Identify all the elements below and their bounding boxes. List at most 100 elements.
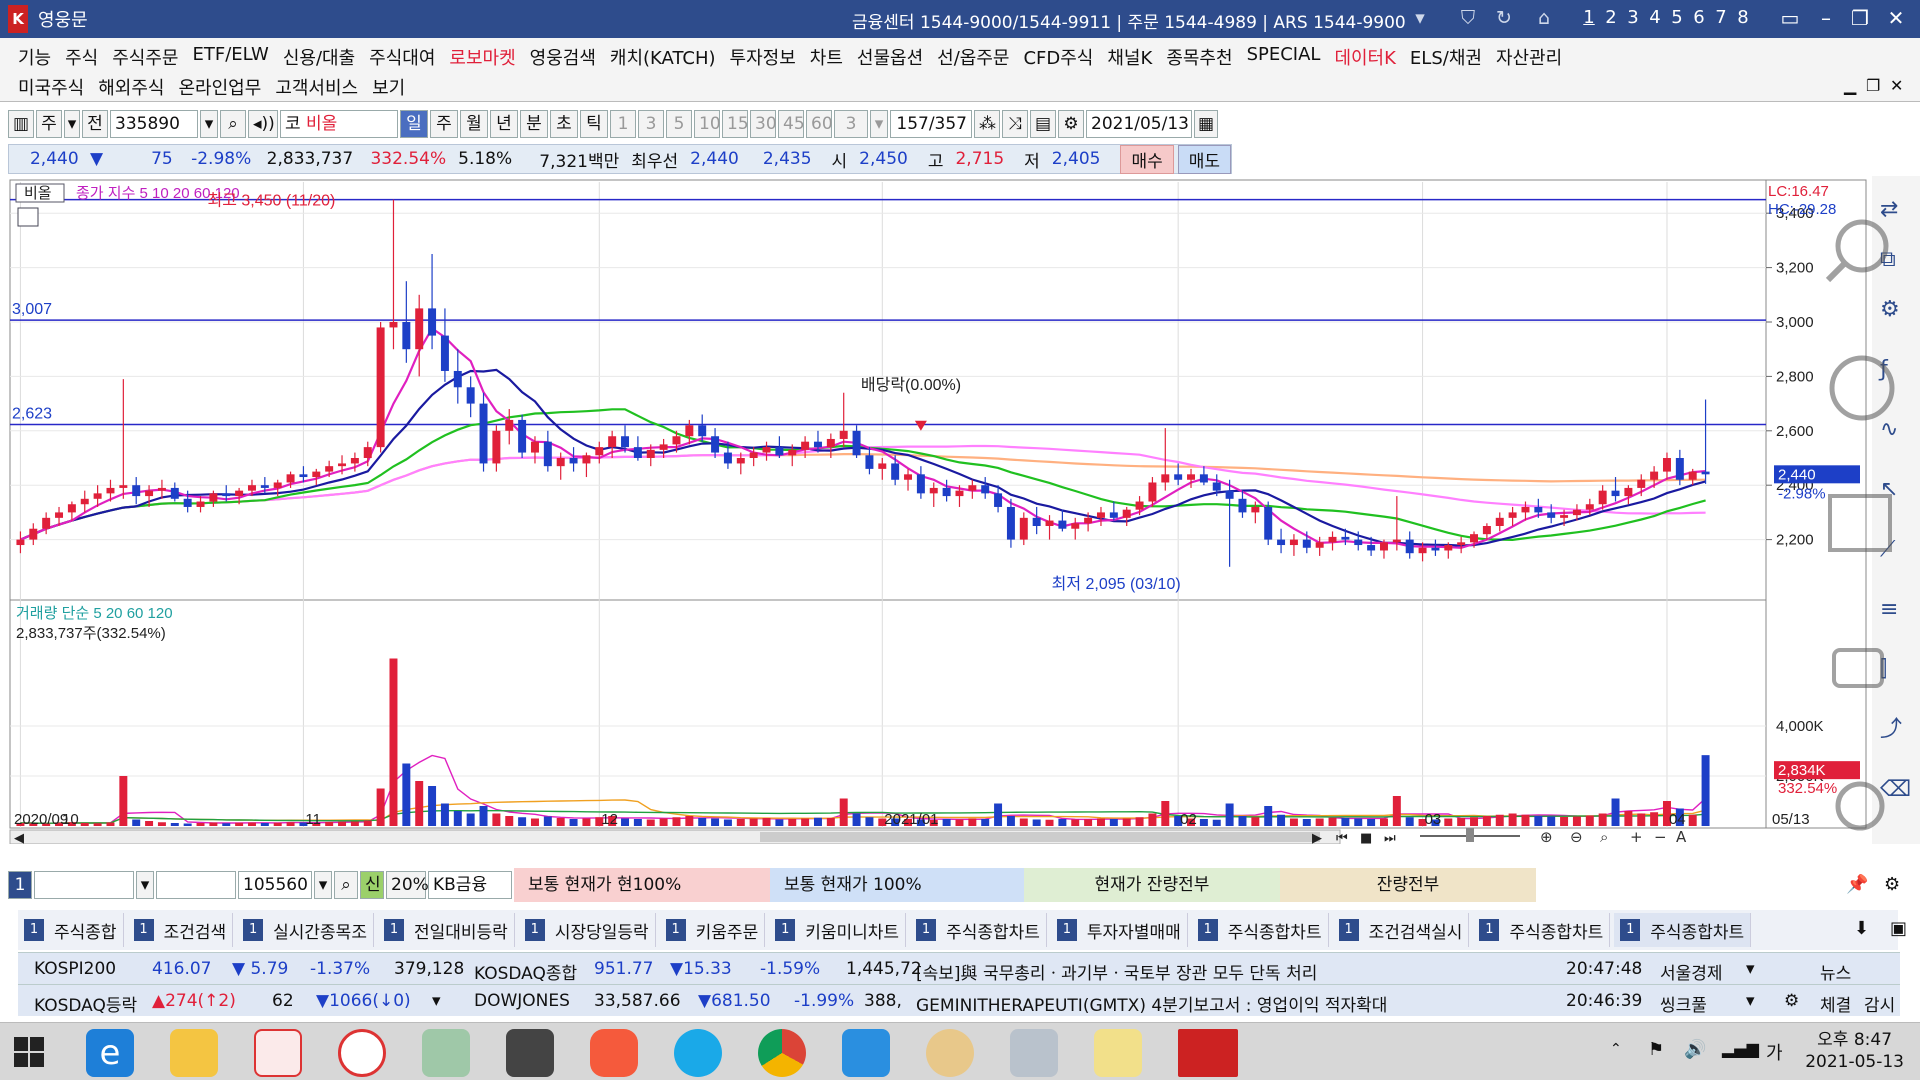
- account-dropdown-icon[interactable]: ▾: [136, 871, 154, 899]
- screen-number-8[interactable]: 8: [1737, 7, 1749, 28]
- inner-minimize-icon[interactable]: ▁: [1844, 76, 1856, 95]
- toggle-app-icon[interactable]: [506, 1029, 554, 1077]
- scroll-last-icon[interactable]: ⏭: [1384, 831, 1396, 846]
- export-icon[interactable]: ⤴: [1880, 717, 1902, 742]
- screen-number-5[interactable]: 5: [1671, 7, 1683, 28]
- trend-tool-icon[interactable]: ⤨: [1002, 110, 1028, 138]
- menu-item-stock-order[interactable]: 주식주문: [112, 44, 178, 70]
- menu-item-cfd[interactable]: CFD주식: [1023, 44, 1093, 70]
- sync-app-icon[interactable]: [254, 1029, 302, 1077]
- stock-chart-svg[interactable]: 2,2002,4002,6002,8003,0003,2003,400 2,00…: [0, 176, 1920, 846]
- menu-item-invest-info[interactable]: 투자정보: [730, 44, 796, 70]
- refresh-icon[interactable]: ↻: [1492, 7, 1516, 31]
- menu-item-credit-loan[interactable]: 신용/대출: [283, 44, 355, 70]
- kakao-icon[interactable]: [590, 1029, 638, 1077]
- windows-start-icon[interactable]: [14, 1037, 44, 1067]
- tab-stock-overview[interactable]: 1 주식종합: [18, 913, 124, 947]
- tab-realtime-stocks[interactable]: 1 실시간종목조: [237, 913, 374, 947]
- order-settings-icon[interactable]: ⚙: [1884, 874, 1900, 895]
- notepad-icon[interactable]: [422, 1029, 470, 1077]
- menu-item-els-bond[interactable]: ELS/채권: [1410, 44, 1482, 70]
- interval-5-button[interactable]: 5: [666, 110, 692, 138]
- close-icon[interactable]: ✕: [1884, 6, 1908, 30]
- menu-item-online-service[interactable]: 온라인업무: [179, 74, 262, 100]
- scroll-right-icon[interactable]: ▶: [1312, 831, 1322, 846]
- scroll-first-icon[interactable]: ⏮: [1336, 831, 1348, 846]
- interval-15-button[interactable]: 15: [722, 110, 749, 138]
- speaker-icon[interactable]: ◂)): [248, 110, 278, 138]
- eraser-icon[interactable]: ⌫: [1880, 777, 1911, 802]
- interval-30-button[interactable]: 30: [750, 110, 777, 138]
- news-dropdown-icon[interactable]: ▾: [1746, 959, 1755, 979]
- inner-close-icon[interactable]: ✕: [1890, 76, 1903, 95]
- swap-icon[interactable]: ⇄: [1880, 197, 1898, 222]
- menu-item-robo-market[interactable]: 로보마켓: [449, 44, 515, 70]
- execution-button[interactable]: 체결: [1820, 991, 1851, 1016]
- menu-item-function[interactable]: 기능: [18, 44, 51, 70]
- screen-layout-icon[interactable]: ▭: [1778, 6, 1802, 30]
- search-chart-icon[interactable]: ⌕: [1600, 828, 1608, 846]
- news-headline[interactable]: GEMINITHERAPEUTI(GMTX) 4분기보고서 : 영업이익 적자확…: [916, 991, 1387, 1016]
- menu-item-recommend[interactable]: 종목추천: [1166, 44, 1232, 70]
- menu-item-etf-elw[interactable]: ETF/ELW: [193, 44, 269, 70]
- tab-kiwoom-mini-chart[interactable]: 1 키움미니차트: [769, 913, 907, 947]
- taskbar-clock[interactable]: 오후 8:47 2021-05-13: [1805, 1029, 1904, 1073]
- tab-stock-chart-2[interactable]: 1 주식종합차트: [1192, 913, 1329, 947]
- menu-item-stock[interactable]: 주식: [65, 44, 98, 70]
- scroll-stop-icon[interactable]: ■: [1360, 831, 1372, 846]
- sell-order-segment[interactable]: 보통 현재가 100%: [770, 868, 1024, 902]
- chart-scrollbar-thumb[interactable]: [760, 832, 1320, 842]
- buy-button[interactable]: 매수: [1120, 144, 1174, 174]
- type-dropdown-icon[interactable]: ▾: [64, 110, 80, 138]
- menu-item-view[interactable]: 보기: [372, 74, 405, 100]
- inner-restore-icon[interactable]: ❐: [1866, 76, 1880, 95]
- u-app-icon[interactable]: [338, 1029, 386, 1077]
- zoom-slider-thumb[interactable]: [1466, 828, 1474, 842]
- minus-icon[interactable]: −: [1654, 828, 1667, 846]
- interval-60-button[interactable]: 60: [806, 110, 833, 138]
- tab-kiwoom-order[interactable]: 1 키움주문: [660, 913, 766, 947]
- flag-icon[interactable]: ⚑: [1648, 1039, 1664, 1060]
- edge-icon[interactable]: [674, 1029, 722, 1077]
- order-code-input[interactable]: 105560: [238, 871, 312, 899]
- screen-number-1[interactable]: 1: [1583, 7, 1595, 28]
- menu-item-channel-k[interactable]: 채널K: [1107, 44, 1152, 70]
- tab-market-change[interactable]: 1 시장당일등락: [519, 913, 656, 947]
- tab-stock-chart-4[interactable]: 1 주식종합차트: [1614, 913, 1752, 947]
- custom-interval-input[interactable]: 3: [834, 110, 868, 138]
- type-select[interactable]: 주: [36, 110, 62, 138]
- panel-toggle-icon[interactable]: ▥: [8, 110, 34, 138]
- password-input[interactable]: [156, 871, 236, 899]
- screen-number-3[interactable]: 3: [1627, 7, 1639, 28]
- index-name[interactable]: DOWJONES: [474, 991, 570, 1011]
- gear-tool-icon[interactable]: ⚙: [1880, 297, 1900, 322]
- period-tick-button[interactable]: 틱: [580, 110, 608, 138]
- menu-item-hero-search[interactable]: 영웅검색: [530, 44, 596, 70]
- news-button[interactable]: 뉴스: [1820, 959, 1851, 984]
- screen-number-4[interactable]: 4: [1649, 7, 1661, 28]
- calculator-icon[interactable]: [1010, 1029, 1058, 1077]
- ticker-settings-icon[interactable]: ⚙: [1784, 991, 1799, 1011]
- screen-number-2[interactable]: 2: [1605, 7, 1617, 28]
- dropdown-arrow-icon[interactable]: ▾: [1408, 7, 1432, 31]
- date-input[interactable]: 2021/05/13: [1086, 110, 1192, 138]
- file-explorer-icon[interactable]: [170, 1029, 218, 1077]
- stock-name-field[interactable]: 코 비올: [280, 110, 398, 138]
- menu-item-stock-lending[interactable]: 주식대여: [369, 44, 435, 70]
- menu-item-special[interactable]: SPECIAL: [1247, 44, 1321, 70]
- fibonacci-icon[interactable]: ≡: [1880, 597, 1898, 622]
- text-tool-icon[interactable]: A: [1676, 828, 1687, 846]
- period-minute-button[interactable]: 분: [520, 110, 548, 138]
- hero-app-icon[interactable]: [1178, 1029, 1238, 1077]
- interval-10-button[interactable]: 10: [694, 110, 721, 138]
- tab-prev-day-change[interactable]: 1 전일대비등락: [378, 913, 515, 947]
- screen-number-7[interactable]: 7: [1715, 7, 1727, 28]
- menu-item-us-stock[interactable]: 미국주식: [18, 74, 84, 100]
- scroll-left-icon[interactable]: ◀: [14, 831, 24, 846]
- account-input[interactable]: [34, 871, 134, 899]
- tab-condition-search[interactable]: 1 조건검색: [128, 913, 234, 947]
- ie-icon[interactable]: e: [86, 1029, 134, 1077]
- tab-stock-chart-3[interactable]: 1 주식종합차트: [1473, 913, 1611, 947]
- menu-item-overseas-stock[interactable]: 해외주식: [98, 74, 164, 100]
- menu-item-chart[interactable]: 차트: [810, 44, 843, 70]
